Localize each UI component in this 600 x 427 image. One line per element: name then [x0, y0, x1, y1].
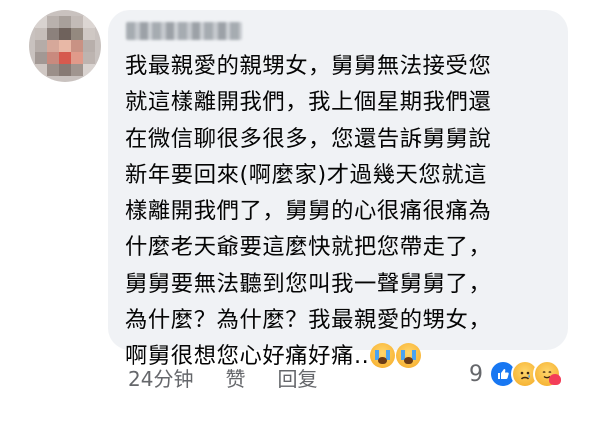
like-button[interactable]: 赞: [225, 363, 245, 392]
reply-button[interactable]: 回复: [277, 363, 317, 392]
comment-timestamp[interactable]: 24分钟: [128, 363, 193, 392]
crying-face-icon: [396, 343, 422, 369]
comment-line: 舅舅要無法聽到您叫我一聲舅舅了，: [125, 270, 492, 297]
comment-line: 我最親愛的親甥女，舅舅無法接受您: [125, 53, 492, 79]
comment-line: 為什麼？為什麼？我最親愛的甥女，: [125, 307, 492, 334]
comment-footer: 24分钟 赞 回复: [128, 363, 317, 392]
comment-line: 新年要回來(啊麼家)才過幾天您就這: [125, 161, 488, 188]
reaction-count: 9: [469, 361, 483, 387]
comment-bubble: 我最親愛的親甥女，舅舅無法接受您 就這樣離開我們，我上個星期我們還 在微信聊很多…: [108, 10, 568, 369]
comment-text: 我最親愛的親甥女，舅舅無法接受您 就這樣離開我們，我上個星期我們還 在微信聊很多…: [125, 48, 555, 375]
commenter-avatar[interactable]: [29, 10, 101, 82]
commenter-name-redacted[interactable]: [126, 22, 242, 40]
crying-face-icon: [370, 343, 396, 369]
reaction-summary[interactable]: 9: [469, 360, 561, 388]
care-reaction-icon: [533, 360, 561, 388]
comment-line: 就這樣離開我們，我上個星期我們還: [125, 89, 492, 116]
comment-line: 樣離開我們了，舅舅的心很痛很痛為: [125, 198, 492, 225]
comment-line: 什麼老天爺要這麼快就把您帶走了，: [125, 234, 492, 261]
comment-line: 在微信聊很多很多，您還告訴舅舅說: [125, 125, 492, 152]
